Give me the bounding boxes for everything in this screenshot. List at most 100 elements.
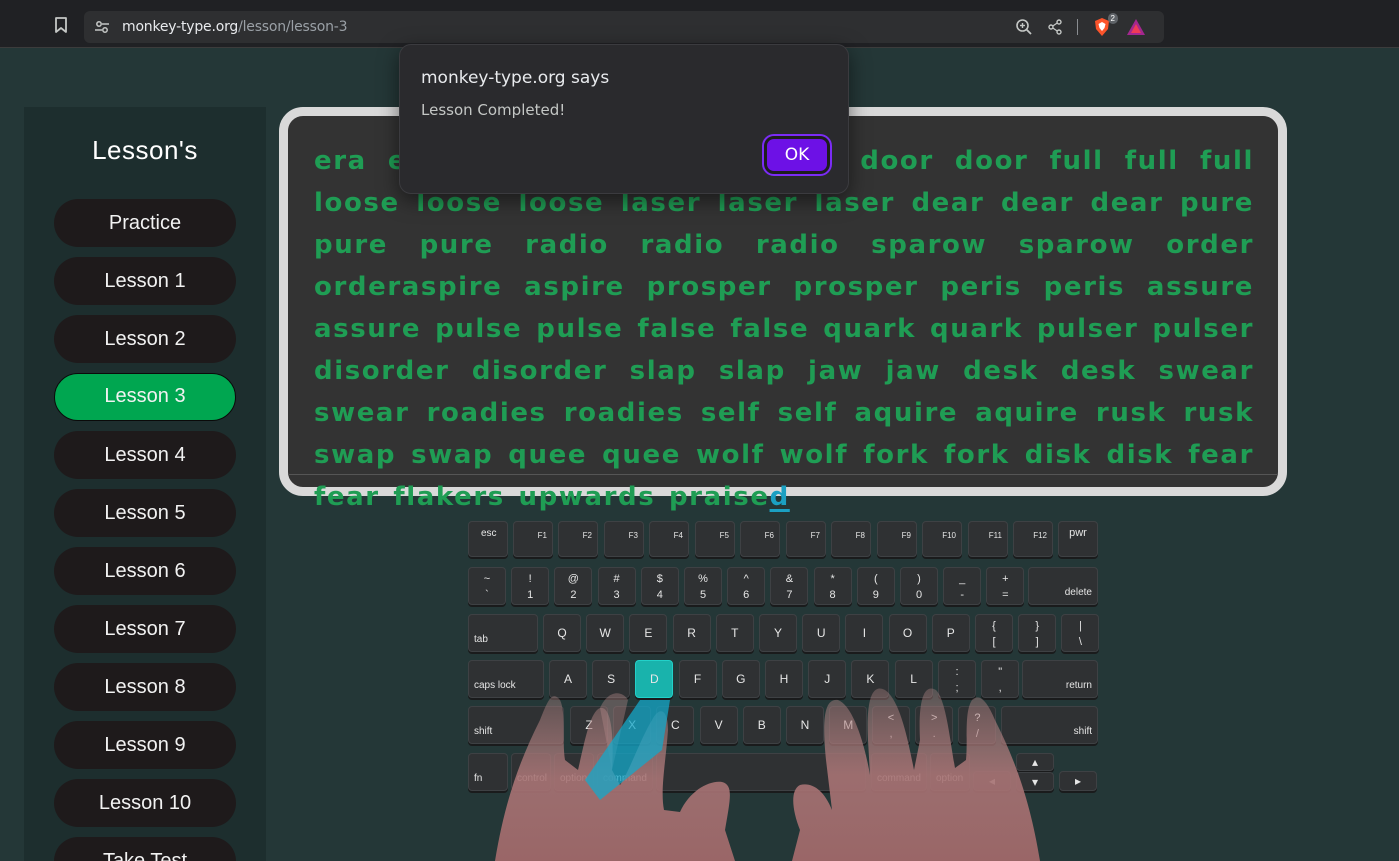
key-option-right[interactable]: option — [930, 753, 970, 791]
lesson-button-practice[interactable]: Practice — [54, 199, 236, 247]
key-f12[interactable]: F12 — [1013, 521, 1053, 557]
key-shift-right[interactable]: shift — [1001, 706, 1098, 744]
lesson-button-lesson-6[interactable]: Lesson 6 — [54, 547, 236, 595]
key-n[interactable]: N — [786, 706, 824, 744]
key-esc[interactable]: esc — [468, 521, 508, 557]
key-arrow-left[interactable]: ◂ — [973, 771, 1011, 791]
lesson-button-lesson-4[interactable]: Lesson 4 — [54, 431, 236, 479]
key-s[interactable]: S — [592, 660, 631, 698]
key-f2[interactable]: F2 — [558, 521, 598, 557]
key-punct-0[interactable]: :; — [938, 660, 976, 698]
key-3[interactable]: #3 — [597, 567, 636, 605]
key-b[interactable]: B — [742, 706, 781, 744]
key-d[interactable]: D — [635, 660, 674, 698]
key-command-right[interactable]: command — [871, 753, 927, 791]
key-f1[interactable]: F1 — [513, 521, 553, 557]
key-tab[interactable]: tab — [468, 614, 538, 652]
key-arrow-up[interactable]: ▴ — [1016, 753, 1054, 771]
key-4[interactable]: $4 — [640, 567, 679, 605]
key-e[interactable]: E — [629, 614, 668, 652]
key-punct-b0[interactable]: <, — [872, 706, 910, 744]
bookmark-icon[interactable] — [52, 16, 70, 34]
key-arrow-right[interactable]: ▸ — [1059, 771, 1097, 791]
key-fn[interactable]: fn — [468, 753, 508, 791]
key-f9[interactable]: F9 — [877, 521, 917, 557]
key-space[interactable] — [656, 753, 866, 791]
key-0[interactable]: ) 0 — [900, 567, 938, 605]
key-t[interactable]: T — [715, 614, 754, 652]
key-i[interactable]: I — [845, 614, 884, 652]
key-bracket-2[interactable]: | \ — [1061, 614, 1100, 652]
key-bracket-1[interactable]: }] — [1018, 614, 1057, 652]
lesson-button-lesson-3[interactable]: Lesson 3 — [54, 373, 236, 421]
key-bracket-0[interactable]: {[ — [975, 614, 1013, 652]
lesson-button-take-test[interactable]: Take Test — [54, 837, 236, 861]
key-p[interactable]: P — [931, 614, 970, 652]
key-caps-lock[interactable]: caps lock — [468, 660, 544, 698]
lesson-button-lesson-7[interactable]: Lesson 7 — [54, 605, 236, 653]
key-command[interactable]: command — [597, 753, 653, 791]
brave-rewards-icon[interactable] — [1126, 17, 1146, 37]
key-punct-b1[interactable]: >. — [915, 706, 954, 744]
lesson-button-lesson-8[interactable]: Lesson 8 — [54, 663, 236, 711]
key-c[interactable]: C — [656, 706, 695, 744]
key-f[interactable]: F — [678, 660, 717, 698]
key-sym11[interactable]: _ - — [943, 567, 982, 605]
key-pwr[interactable]: pwr — [1058, 521, 1098, 557]
key-delete[interactable]: delete — [1028, 567, 1098, 605]
key-punct-b2[interactable]: ? / — [958, 706, 997, 744]
key-sym12[interactable]: + = — [986, 567, 1025, 605]
key-2[interactable]: @2 — [554, 567, 593, 605]
key-w[interactable]: W — [586, 614, 625, 652]
key-a[interactable]: A — [549, 660, 587, 698]
ok-button[interactable]: OK — [762, 134, 832, 176]
key-y[interactable]: Y — [759, 614, 797, 652]
share-icon[interactable] — [1047, 19, 1063, 35]
key-5[interactable]: % 5 — [684, 567, 722, 605]
site-settings-icon[interactable] — [94, 19, 110, 35]
address-bar[interactable]: monkey-type.org/lesson/lesson-3 2 — [84, 11, 1164, 43]
key-f7[interactable]: F7 — [786, 521, 826, 557]
key-g[interactable]: G — [721, 660, 760, 698]
key-f5[interactable]: F5 — [695, 521, 735, 557]
key-control[interactable]: control — [511, 753, 551, 791]
key-7[interactable]: & 7 — [770, 567, 809, 605]
key-6[interactable]: ^ 6 — [727, 567, 766, 605]
key-command-label: command — [603, 773, 647, 784]
key-j[interactable]: J — [808, 660, 847, 698]
lesson-button-lesson-10[interactable]: Lesson 10 — [54, 779, 236, 827]
key-f6[interactable]: F6 — [740, 521, 780, 557]
key-f3[interactable]: F3 — [604, 521, 644, 557]
key-m[interactable]: M — [829, 706, 868, 744]
key-return[interactable]: return — [1022, 660, 1098, 698]
key-r[interactable]: R — [672, 614, 711, 652]
key-1[interactable]: ! 1 — [511, 567, 550, 605]
key-sym0[interactable]: ~ ` — [468, 567, 506, 605]
key-k[interactable]: K — [851, 660, 890, 698]
key-shift-left[interactable]: shift — [468, 706, 564, 744]
url-text[interactable]: monkey-type.org/lesson/lesson-3 — [122, 19, 348, 35]
key-q[interactable]: Q — [543, 614, 581, 652]
brave-shields-icon[interactable]: 2 — [1092, 13, 1118, 37]
lesson-button-lesson-1[interactable]: Lesson 1 — [54, 257, 236, 305]
lesson-button-lesson-2[interactable]: Lesson 2 — [54, 315, 236, 363]
key-f4[interactable]: F4 — [649, 521, 689, 557]
key-punct-1[interactable]: ", — [981, 660, 1020, 698]
key-h[interactable]: H — [765, 660, 803, 698]
lesson-button-lesson-9[interactable]: Lesson 9 — [54, 721, 236, 769]
key-z[interactable]: Z — [570, 706, 608, 744]
key-f8[interactable]: F8 — [831, 521, 871, 557]
key-l[interactable]: L — [894, 660, 933, 698]
key-f10[interactable]: F10 — [922, 521, 962, 557]
key-9[interactable]: (9 — [856, 567, 895, 605]
key-v[interactable]: V — [699, 706, 738, 744]
key-f11[interactable]: F11 — [968, 521, 1008, 557]
key-x[interactable]: X — [613, 706, 652, 744]
key-option[interactable]: option — [554, 753, 594, 791]
zoom-icon[interactable] — [1015, 18, 1033, 36]
key-arrow-down[interactable]: ▾ — [1016, 772, 1054, 791]
key-u[interactable]: U — [802, 614, 841, 652]
key-8[interactable]: * 8 — [813, 567, 852, 605]
key-o[interactable]: O — [888, 614, 927, 652]
lesson-button-lesson-5[interactable]: Lesson 5 — [54, 489, 236, 537]
